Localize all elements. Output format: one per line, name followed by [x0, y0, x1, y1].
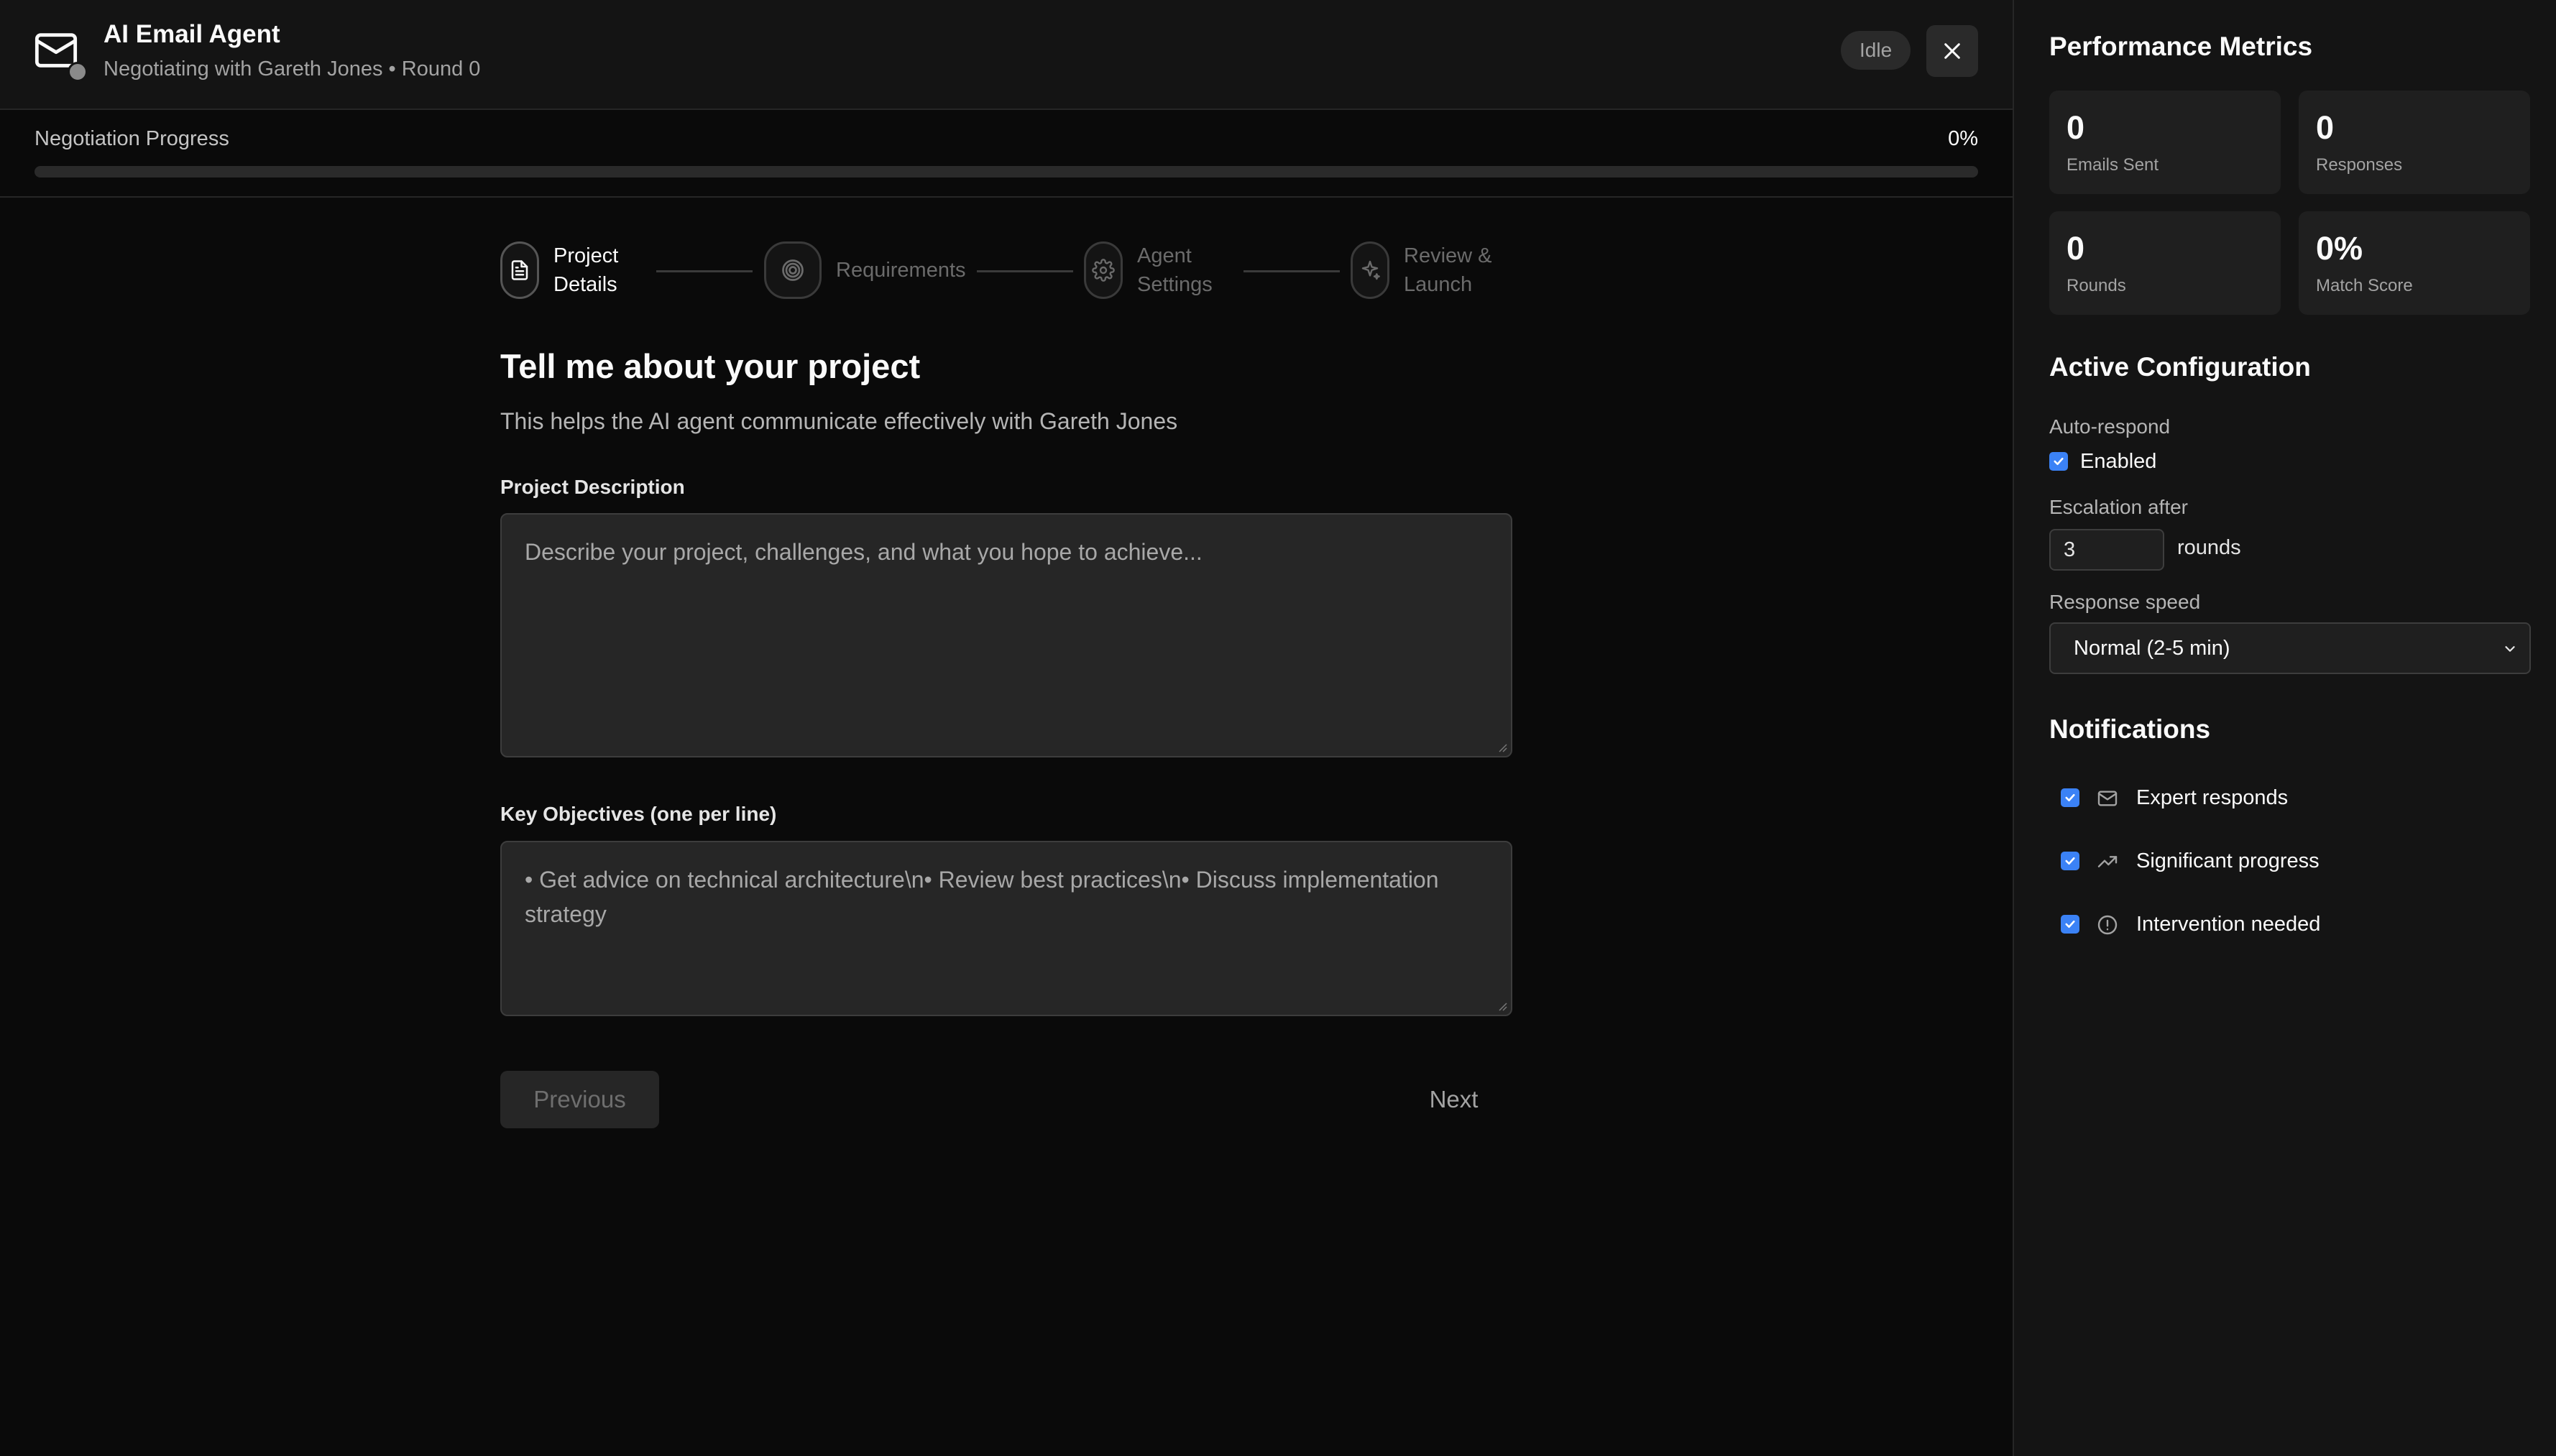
- app-subtitle: Negotiating with Gareth Jones • Round 0: [104, 57, 481, 80]
- form-subheading: This helps the AI agent communicate effe…: [500, 408, 1178, 434]
- project-description-textarea[interactable]: Describe your project, challenges, and w…: [500, 513, 1512, 757]
- step-label: Project Details: [553, 244, 619, 296]
- app-title: AI Email Agent: [104, 20, 280, 48]
- sidebar: Performance Metrics 0 Emails Sent 0 Resp…: [2013, 0, 2556, 1456]
- close-button[interactable]: [1926, 25, 1978, 77]
- metric-rounds: 0 Rounds: [2049, 211, 2281, 315]
- notify-label: Significant progress: [2136, 849, 2320, 872]
- form-heading: Tell me about your project: [500, 347, 921, 385]
- escalation-unit: rounds: [2177, 536, 2241, 559]
- status-dot: [68, 62, 88, 82]
- step-review-launch[interactable]: Review & Launch: [1351, 241, 1492, 299]
- sparkles-icon: [1351, 241, 1389, 299]
- step-project-details[interactable]: Project Details: [500, 241, 618, 299]
- chevron-down-icon: [2505, 646, 2515, 652]
- progress-bar: [35, 166, 1978, 178]
- description-label: Project Description: [500, 476, 685, 498]
- notify-expert-responds-checkbox[interactable]: [2061, 788, 2079, 807]
- speed-label: Response speed: [2049, 591, 2201, 613]
- metrics-title: Performance Metrics: [2049, 32, 2313, 61]
- select-value: Normal (2-5 min): [2074, 637, 2230, 660]
- config-title: Active Configuration: [2049, 352, 2311, 382]
- textarea-placeholder: Describe your project, challenges, and w…: [525, 539, 1203, 565]
- step-requirements[interactable]: Requirements: [764, 241, 966, 299]
- stepper: Project Details Requirements Agent Setting…: [500, 241, 1514, 303]
- status-badge: Idle: [1841, 31, 1911, 70]
- resize-handle-icon[interactable]: [1497, 1000, 1508, 1012]
- step-label: Review & Launch: [1404, 244, 1492, 296]
- step-connector: [1243, 270, 1340, 272]
- metric-emails-sent: 0 Emails Sent: [2049, 91, 2281, 194]
- progress-section: Negotiation Progress 0%: [0, 110, 2013, 198]
- previous-button[interactable]: Previous: [500, 1071, 659, 1128]
- progress-label: Negotiation Progress: [35, 127, 229, 150]
- close-icon: [1944, 43, 1960, 59]
- textarea-placeholder: • Get advice on technical architecture\n…: [525, 867, 1439, 927]
- notify-label: Intervention needed: [2136, 913, 2321, 936]
- metric-match-score: 0% Match Score: [2299, 211, 2530, 315]
- target-icon: [764, 241, 822, 299]
- mail-icon: [2097, 791, 2118, 806]
- auto-respond-label: Auto-respond: [2049, 415, 2171, 438]
- mail-icon: [33, 27, 88, 82]
- gear-icon: [1084, 241, 1123, 299]
- key-objectives-textarea[interactable]: • Get advice on technical architecture\n…: [500, 841, 1512, 1016]
- header: AI Email Agent Negotiating with Gareth J…: [0, 0, 2013, 110]
- next-button[interactable]: Next: [1394, 1071, 1513, 1128]
- step-connector: [977, 270, 1073, 272]
- escalation-label: Escalation after: [2049, 496, 2188, 518]
- resize-handle-icon[interactable]: [1497, 742, 1508, 753]
- main-panel: AI Email Agent Negotiating with Gareth J…: [0, 0, 2013, 1456]
- step-agent-settings[interactable]: Agent Settings: [1084, 241, 1213, 299]
- notify-intervention-checkbox[interactable]: [2061, 915, 2079, 934]
- escalation-input[interactable]: 3: [2049, 529, 2164, 571]
- response-speed-select[interactable]: Normal (2-5 min): [2049, 622, 2531, 674]
- notify-progress-checkbox[interactable]: [2061, 852, 2079, 870]
- auto-respond-checkbox[interactable]: [2049, 452, 2068, 471]
- alert-circle-icon: [2097, 915, 2118, 935]
- objectives-label: Key Objectives (one per line): [500, 803, 777, 825]
- auto-respond-option: Enabled: [2080, 450, 2157, 473]
- document-icon: [500, 241, 539, 299]
- metric-responses: 0 Responses: [2299, 91, 2530, 194]
- step-connector: [656, 270, 753, 272]
- step-label: Agent Settings: [1137, 244, 1213, 296]
- notifications-title: Notifications: [2049, 714, 2211, 744]
- progress-percent: 0%: [1948, 127, 1978, 150]
- trending-up-icon: [2097, 856, 2118, 867]
- notify-label: Expert responds: [2136, 786, 2289, 809]
- step-label: Requirements: [836, 259, 966, 282]
